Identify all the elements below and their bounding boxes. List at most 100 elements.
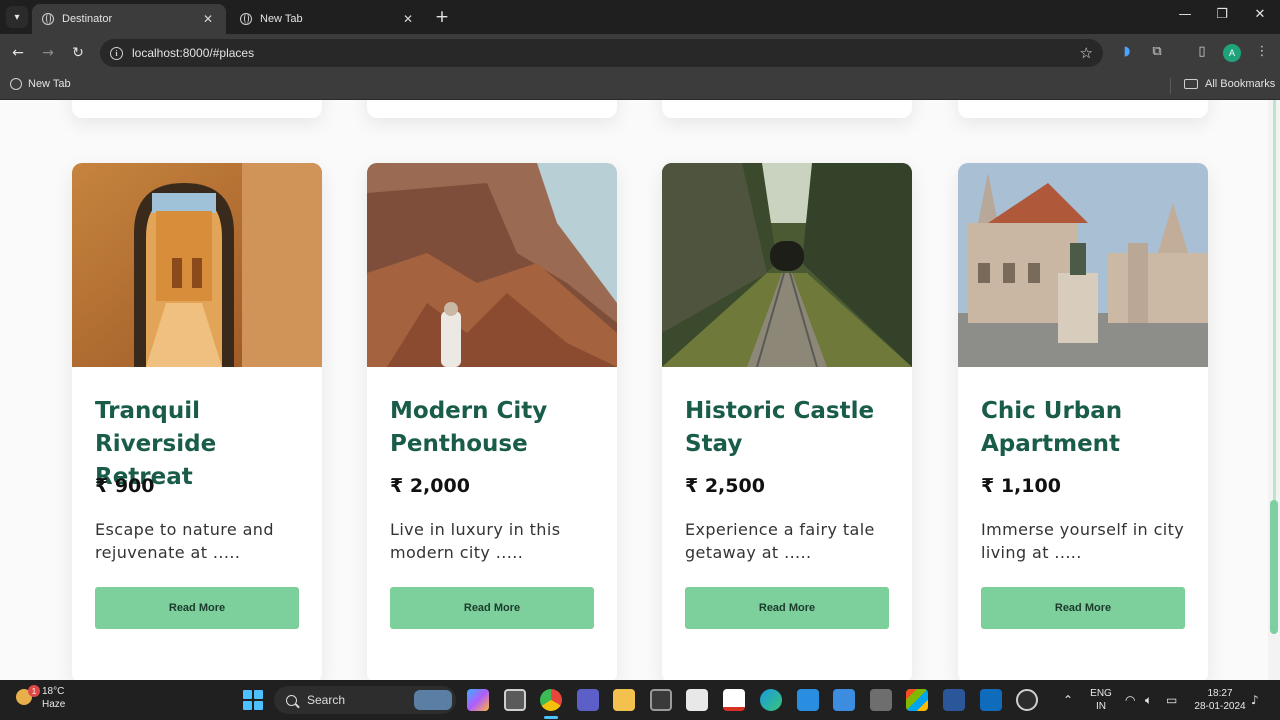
back-arrow-icon[interactable]: ← <box>8 43 28 63</box>
windows-start-icon[interactable] <box>243 690 263 710</box>
read-more-button[interactable]: Read More <box>95 587 299 629</box>
store-icon[interactable] <box>906 689 928 711</box>
taskbar-search[interactable]: Search <box>274 686 456 714</box>
language-region: IN <box>1096 701 1106 712</box>
place-card: Chic Urban Apartment ₹ 1,100 Immerse you… <box>958 163 1208 680</box>
forward-arrow-icon[interactable]: → <box>38 43 58 63</box>
windows-taskbar: 1 18°C Haze Search ⌃ ENG IN ◠ 🔈︎ ▭ 18:27… <box>0 680 1280 720</box>
camera-icon[interactable] <box>650 689 672 711</box>
place-title: Tranquil Riverside Retreat <box>95 398 217 490</box>
teams-icon[interactable] <box>577 689 599 711</box>
previous-card <box>72 100 322 118</box>
reload-icon[interactable]: ↻ <box>68 43 88 63</box>
globe-icon <box>240 13 252 25</box>
place-description: Experience a fairy tale getaway at ..... <box>685 520 875 562</box>
castle-image <box>958 163 1208 367</box>
extensions-puzzle-icon[interactable]: ⧉ <box>1148 44 1166 59</box>
tab-search-chevron-icon[interactable]: ▾ <box>6 6 28 28</box>
clock[interactable]: 18:27 28-01-2024 <box>1190 687 1250 713</box>
place-title: Historic Castle Stay <box>685 398 875 457</box>
browser-toolbar: ← → ↻ i localhost:8000/#places ☆ ◗ ⧉ ▯ A… <box>0 34 1280 72</box>
menu-kebab-icon[interactable]: ⋮ <box>1253 44 1271 59</box>
wifi-icon[interactable]: ◠ <box>1125 693 1135 707</box>
place-title: Modern City Penthouse <box>390 398 548 457</box>
vscode-icon[interactable] <box>797 689 819 711</box>
place-card: Tranquil Riverside Retreat ₹ 900 Escape … <box>72 163 322 680</box>
read-more-button[interactable]: Read More <box>390 587 594 629</box>
place-price: ₹ 900 <box>95 475 155 497</box>
folder-icon <box>1184 79 1198 89</box>
place-title: Chic Urban Apartment <box>981 398 1123 457</box>
close-window-button[interactable]: ✕ <box>1250 7 1270 22</box>
side-panel-icon[interactable]: ▯ <box>1193 44 1211 59</box>
calculator-icon[interactable] <box>870 689 892 711</box>
scrollbar[interactable] <box>1268 100 1280 680</box>
place-description: Escape to nature and rejuvenate at ..... <box>95 520 274 562</box>
tab-title: New Tab <box>260 13 303 25</box>
read-more-button[interactable]: Read More <box>981 587 1185 629</box>
place-description: Live in luxury in this modern city ..... <box>390 520 561 562</box>
page-viewport: Tranquil Riverside Retreat ₹ 900 Escape … <box>0 100 1280 680</box>
profile-avatar[interactable]: A <box>1223 44 1241 62</box>
railway-tunnel-image <box>662 163 912 367</box>
place-description: Immerse yourself in city living at ..... <box>981 520 1185 562</box>
gmail-icon[interactable] <box>723 689 745 711</box>
tab-strip: ▾ Destinator ✕ New Tab ✕ + — ❐ ✕ <box>0 0 1280 34</box>
language-indicator[interactable]: ENG IN <box>1088 687 1114 713</box>
close-tab-icon[interactable]: ✕ <box>400 12 416 26</box>
volume-icon[interactable]: 🔈︎ <box>1145 693 1152 708</box>
search-label: Search <box>307 693 346 707</box>
place-price: ₹ 2,500 <box>685 475 765 497</box>
close-tab-icon[interactable]: ✕ <box>200 12 216 26</box>
previous-card <box>367 100 617 118</box>
tab-destinator[interactable]: Destinator ✕ <box>32 4 226 34</box>
archway-image <box>72 163 322 367</box>
notes-icon[interactable] <box>833 689 855 711</box>
maximize-button[interactable]: ❐ <box>1212 7 1232 22</box>
search-icon <box>286 694 297 706</box>
task-view-icon[interactable] <box>504 689 526 711</box>
site-info-icon[interactable]: i <box>110 46 123 60</box>
word-icon[interactable] <box>943 689 965 711</box>
edge-icon[interactable] <box>760 689 782 711</box>
notification-bell-icon[interactable]: ♪ <box>1251 693 1259 707</box>
outlook-icon[interactable] <box>980 689 1002 711</box>
previous-card <box>662 100 912 118</box>
all-bookmarks-label: All Bookmarks <box>1205 78 1276 90</box>
divider <box>1170 78 1171 94</box>
bookmark-new-tab[interactable]: New Tab <box>10 78 71 90</box>
chrome-icon[interactable] <box>540 689 562 711</box>
place-card: Historic Castle Stay ₹ 2,500 Experience … <box>662 163 912 680</box>
previous-card <box>958 100 1208 118</box>
weather-temperature: 18°C <box>42 686 65 697</box>
minimize-button[interactable]: — <box>1175 7 1195 22</box>
battery-icon[interactable]: ▭ <box>1166 693 1177 707</box>
address-bar[interactable]: i localhost:8000/#places ☆ <box>100 39 1103 67</box>
copilot-icon[interactable] <box>467 689 489 711</box>
bookmark-star-icon[interactable]: ☆ <box>1080 44 1093 62</box>
globe-icon <box>10 78 22 90</box>
tab-new-tab[interactable]: New Tab ✕ <box>230 4 426 34</box>
search-highlight-image <box>414 690 452 710</box>
tray-chevron-up-icon[interactable]: ⌃ <box>1063 693 1073 707</box>
tab-title: Destinator <box>62 13 113 25</box>
url-text: localhost:8000/#places <box>132 46 255 60</box>
scrollbar-track-line <box>1273 100 1276 500</box>
bookmark-label: New Tab <box>28 78 71 90</box>
bookmarks-bar: New Tab All Bookmarks <box>0 72 1280 100</box>
new-tab-plus-icon[interactable]: + <box>432 7 452 27</box>
all-bookmarks-button[interactable]: All Bookmarks <box>1184 78 1275 90</box>
scrollbar-thumb[interactable] <box>1270 500 1278 634</box>
canyon-image <box>367 163 617 367</box>
weather-condition: Haze <box>42 699 66 710</box>
weather-sun-icon: 1 <box>14 685 40 709</box>
notification-badge: 1 <box>28 685 40 697</box>
file-explorer-icon[interactable] <box>613 689 635 711</box>
notepad-icon[interactable] <box>686 689 708 711</box>
settings-gear-icon[interactable] <box>1016 689 1038 711</box>
weather-widget[interactable]: 1 18°C Haze <box>14 685 65 711</box>
read-more-button[interactable]: Read More <box>685 587 889 629</box>
active-app-indicator <box>544 716 558 719</box>
globe-icon <box>42 13 54 25</box>
extension-shield-icon[interactable]: ◗ <box>1118 44 1136 59</box>
